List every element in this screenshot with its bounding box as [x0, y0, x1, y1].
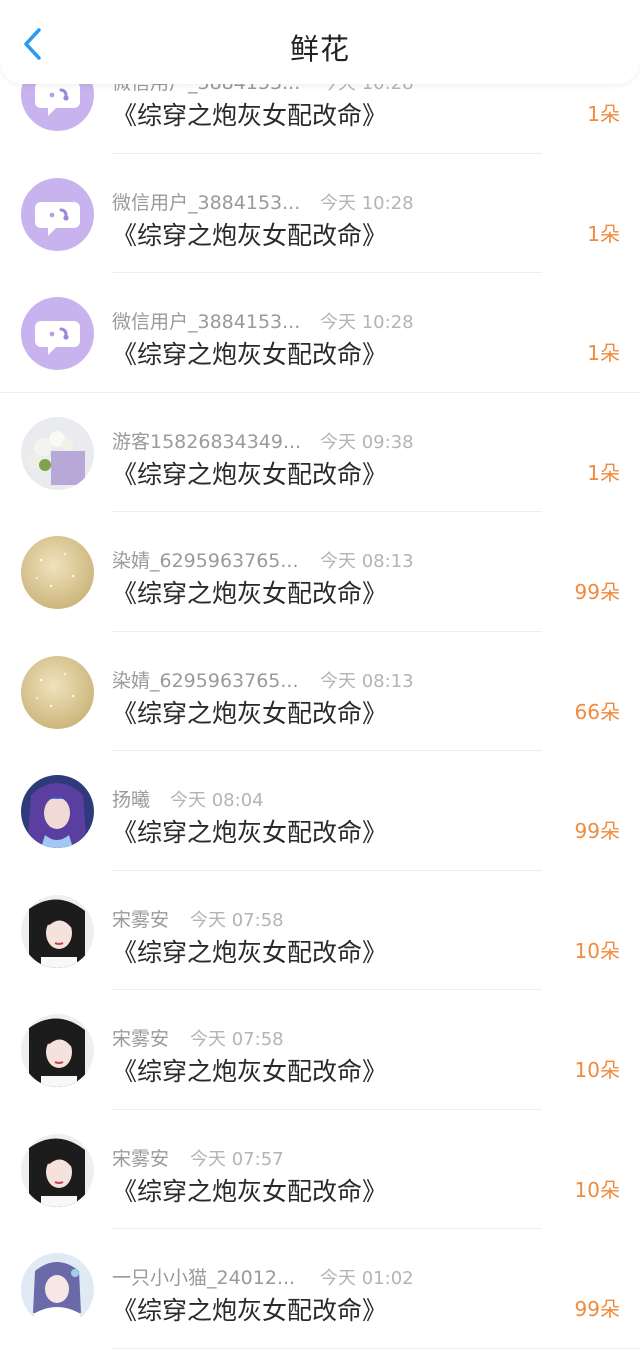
timestamp: 今天 10:28 [320, 312, 414, 333]
flower-record-row[interactable]: 宋雾安 今天 07:57 《综穿之炮灰女配改命》 10朵 [0, 1110, 640, 1229]
avatar[interactable] [21, 416, 94, 490]
user-name: 宋雾安 [112, 908, 170, 931]
timestamp: 今天 07:58 [190, 1029, 284, 1050]
avatar[interactable] [21, 894, 94, 968]
book-title: 《综穿之炮灰女配改命》 [112, 1176, 388, 1206]
user-name: 染婧_6295963765... [112, 669, 299, 692]
timestamp: 今天 07:57 [190, 1148, 284, 1170]
timestamp: 今天 09:38 [320, 431, 414, 453]
flower-record-row[interactable]: 染婧_6295963765... 今天 08:13 《综穿之炮灰女配改命》 99朵 [0, 512, 640, 632]
book-title: 《综穿之炮灰女配改命》 [112, 1296, 388, 1325]
avatar[interactable] [21, 297, 94, 370]
timestamp: 今天 07:58 [190, 909, 284, 931]
book-title: 《综穿之炮灰女配改命》 [112, 818, 388, 847]
user-name: 宋雾安 [112, 1028, 170, 1050]
avatar[interactable] [21, 655, 94, 729]
flower-record-row[interactable]: 微信用户_3884153... 今天 10:28 《综穿之炮灰女配改命》 1朵 [0, 273, 640, 393]
user-name: 游客15826834349... [112, 430, 302, 453]
book-title: 《综穿之炮灰女配改命》 [112, 579, 388, 608]
flower-count: 66朵 [574, 699, 620, 724]
page-title: 鲜花 [289, 32, 350, 66]
user-name: 染婧_6295963765... [112, 550, 299, 572]
book-title: 《综穿之炮灰女配改命》 [112, 698, 388, 728]
user-name: 微信用户_3884153... [112, 191, 301, 214]
flower-record-row[interactable]: 宋雾安 今天 07:58 《综穿之炮灰女配改命》 10朵 [0, 871, 640, 990]
flower-record-row[interactable]: 一只小小猫_24012... 今天 01:02 《综穿之炮灰女配改命》 99朵 [0, 1229, 640, 1349]
flower-count: 10朵 [574, 1058, 620, 1082]
book-title: 《综穿之炮灰女配改命》 [112, 220, 388, 250]
flower-count: 1朵 [587, 341, 620, 365]
book-title: 《综穿之炮灰女配改命》 [112, 1057, 388, 1086]
flower-count: 10朵 [574, 1177, 620, 1202]
book-title: 《综穿之炮灰女配改命》 [112, 101, 388, 130]
flower-gift-list: 微信用户_3884153... 今天 10:28 《综穿之炮灰女配改命》 1朵 微信用… [0, 34, 640, 1349]
timestamp: 今天 08:13 [320, 551, 414, 572]
timestamp: 今天 08:04 [170, 790, 264, 811]
flower-count: 1朵 [587, 102, 620, 126]
book-title: 《综穿之炮灰女配改命》 [112, 340, 388, 369]
user-name: 微信用户_3884153... [112, 311, 301, 333]
flower-record-row[interactable]: 扬曦 今天 08:04 《综穿之炮灰女配改命》 99朵 [0, 751, 640, 871]
flower-count: 99朵 [574, 1297, 620, 1321]
avatar[interactable] [21, 536, 94, 609]
flower-count: 99朵 [574, 819, 620, 843]
timestamp: 今天 08:13 [320, 670, 414, 692]
flower-count: 10朵 [574, 938, 620, 963]
flower-count: 1朵 [587, 460, 620, 485]
timestamp: 今天 10:28 [320, 192, 414, 214]
avatar[interactable] [21, 775, 94, 848]
flower-record-row[interactable]: 染婧_6295963765... 今天 08:13 《综穿之炮灰女配改命》 66朵 [0, 632, 640, 751]
avatar[interactable] [21, 1253, 94, 1326]
top-bar: 鲜花 [0, 0, 640, 84]
flower-record-row[interactable]: 宋雾安 今天 07:58 《综穿之炮灰女配改命》 10朵 [0, 990, 640, 1110]
avatar[interactable] [21, 177, 94, 251]
avatar[interactable] [21, 1014, 94, 1087]
timestamp: 今天 01:02 [320, 1268, 414, 1289]
user-name: 一只小小猫_24012... [112, 1267, 296, 1289]
row-divider [112, 1347, 640, 1349]
flower-record-row[interactable]: 微信用户_3884153... 今天 10:28 《综穿之炮灰女配改命》 1朵 [0, 154, 640, 273]
avatar[interactable] [21, 1133, 94, 1207]
flower-record-row[interactable]: 游客15826834349... 今天 09:38 《综穿之炮灰女配改命》 1朵 [0, 393, 640, 512]
user-name: 宋雾安 [112, 1147, 170, 1170]
book-title: 《综穿之炮灰女配改命》 [112, 459, 388, 489]
user-name: 扬曦 [112, 789, 151, 811]
flower-count: 1朵 [587, 221, 620, 246]
flower-count: 99朵 [574, 580, 620, 604]
book-title: 《综穿之炮灰女配改命》 [112, 937, 388, 967]
